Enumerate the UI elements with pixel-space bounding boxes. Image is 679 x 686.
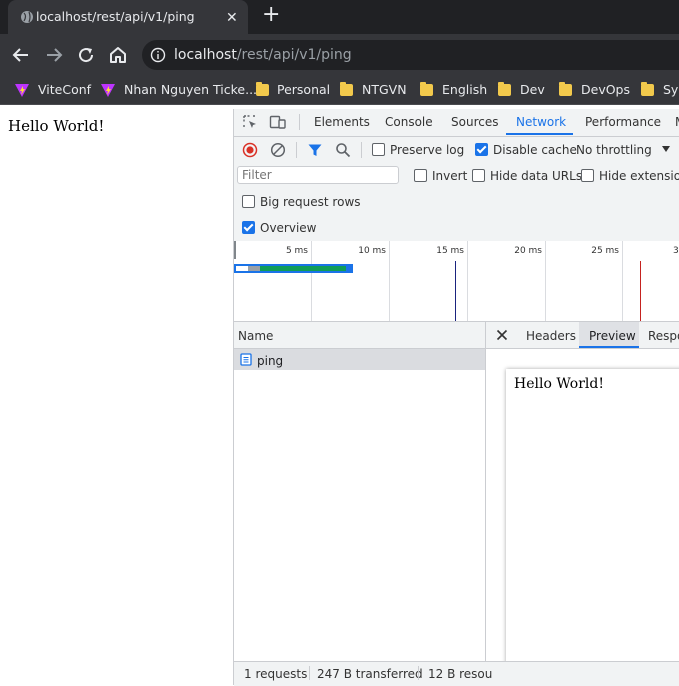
device-toolbar-icon[interactable] <box>269 114 287 130</box>
tab-console[interactable]: Console <box>385 115 433 129</box>
overview-tick-label: 10 ms <box>358 246 386 256</box>
bookmark-devops[interactable]: DevOps <box>581 82 630 97</box>
vite-logo-icon <box>15 84 29 97</box>
info-icon[interactable] <box>150 47 166 63</box>
globe-icon <box>21 11 33 23</box>
hide-extension-label: Hide extension <box>599 169 679 183</box>
folder-icon <box>641 82 654 96</box>
tab-elements[interactable]: Elements <box>314 115 370 129</box>
hide-data-urls-checkbox[interactable] <box>472 169 485 182</box>
bookmark-ntgvn[interactable]: NTGVN <box>362 82 407 97</box>
tab-headers[interactable]: Headers <box>526 329 576 343</box>
resources-size: 12 B resou <box>428 667 493 681</box>
forward-arrow-icon[interactable] <box>45 46 63 64</box>
folder-icon <box>420 82 433 96</box>
hide-extension-checkbox[interactable] <box>581 169 594 182</box>
folder-icon <box>559 82 572 96</box>
active-tab-indicator <box>506 133 573 135</box>
overview-queue-segment <box>236 266 248 271</box>
request-list <box>234 322 486 662</box>
overview-label: Overview <box>260 221 317 235</box>
page-body-text: Hello World! <box>8 117 105 135</box>
invert-label: Invert <box>432 169 468 183</box>
clear-icon[interactable] <box>270 142 286 158</box>
tab-more[interactable]: M <box>675 115 679 129</box>
preserve-log-label: Preserve log <box>390 143 465 157</box>
overview-gridline <box>622 241 623 321</box>
request-name[interactable]: ping <box>257 354 283 368</box>
tab-response[interactable]: Respo <box>648 329 679 343</box>
toolbar-divider <box>296 142 297 158</box>
overview-gridline <box>467 241 468 321</box>
throttling-select[interactable]: No throttling <box>576 143 652 157</box>
disable-cache-checkbox[interactable] <box>475 143 488 156</box>
url-text[interactable]: localhost/rest/api/v1/ping <box>174 47 352 63</box>
url-host: localhost <box>174 47 237 63</box>
close-icon[interactable] <box>496 329 508 341</box>
overview-gridline <box>389 241 390 321</box>
status-divider <box>309 666 310 680</box>
overview-tick-label: 25 ms <box>591 246 619 256</box>
dom-content-loaded-marker <box>455 261 456 321</box>
inspect-element-icon[interactable] <box>242 114 258 130</box>
overview-gridline <box>545 241 546 321</box>
big-request-rows-checkbox[interactable] <box>242 195 255 208</box>
vite-logo-icon <box>101 84 115 97</box>
invert-checkbox[interactable] <box>414 169 427 182</box>
filter-input[interactable] <box>237 166 399 184</box>
filter-funnel-icon[interactable] <box>307 142 323 158</box>
bookmark-nhan-nguyen[interactable]: Nhan Nguyen Ticke... <box>124 82 257 97</box>
name-header-label: Name <box>238 329 274 343</box>
new-tab-icon[interactable]: + <box>262 4 280 26</box>
url-path: /rest/api/v1/ping <box>236 47 352 63</box>
overview-checkbox[interactable] <box>242 221 255 234</box>
overview-tick-label: 5 ms <box>285 246 308 256</box>
overview-tick-label: 15 ms <box>436 246 464 256</box>
dropdown-arrow-icon[interactable] <box>661 145 671 153</box>
bookmark-viteconf[interactable]: ViteConf <box>38 82 91 97</box>
hide-data-urls-label: Hide data URLs <box>490 169 583 183</box>
search-icon[interactable] <box>335 142 351 158</box>
folder-icon <box>340 82 353 96</box>
bookmark-english[interactable]: English <box>442 82 487 97</box>
tab-title: localhost/rest/api/v1/ping <box>36 9 195 24</box>
home-icon[interactable] <box>108 45 128 64</box>
overview-stalled-segment <box>248 266 260 271</box>
document-icon <box>240 353 252 366</box>
disable-cache-label: Disable cache <box>493 143 577 157</box>
overview-gridline <box>311 241 312 321</box>
load-event-marker <box>640 261 641 321</box>
record-stop-icon[interactable] <box>242 142 258 158</box>
back-arrow-icon[interactable] <box>12 46 30 64</box>
tab-performance[interactable]: Performance <box>585 115 661 129</box>
folder-icon <box>256 82 269 96</box>
overview-range-handle[interactable] <box>234 241 236 259</box>
request-count: 1 requests <box>244 667 308 681</box>
tab-close-icon[interactable]: ✕ <box>226 9 238 27</box>
preserve-log-checkbox[interactable] <box>372 143 385 156</box>
overview-tick-label: 30 <box>673 246 679 256</box>
toolbar-divider <box>299 114 300 130</box>
response-preview <box>506 369 679 665</box>
reload-icon[interactable] <box>77 46 95 64</box>
active-tab-indicator <box>579 346 639 348</box>
big-request-rows-label: Big request rows <box>260 195 361 209</box>
preview-body-text: Hello World! <box>514 376 604 392</box>
folder-icon <box>498 82 511 96</box>
transferred-size: 247 B transferred <box>317 667 423 681</box>
bookmark-personal[interactable]: Personal <box>277 82 330 97</box>
toolbar-divider <box>361 142 362 158</box>
overview-download-segment <box>260 266 346 271</box>
tab-sources[interactable]: Sources <box>451 115 498 129</box>
overview-tick-label: 20 ms <box>514 246 542 256</box>
status-divider <box>418 666 419 680</box>
tab-preview[interactable]: Preview <box>589 329 636 343</box>
tab-network[interactable]: Network <box>516 115 566 129</box>
bookmark-dev[interactable]: Dev <box>520 82 545 97</box>
bookmark-sys[interactable]: Sys <box>663 82 679 97</box>
